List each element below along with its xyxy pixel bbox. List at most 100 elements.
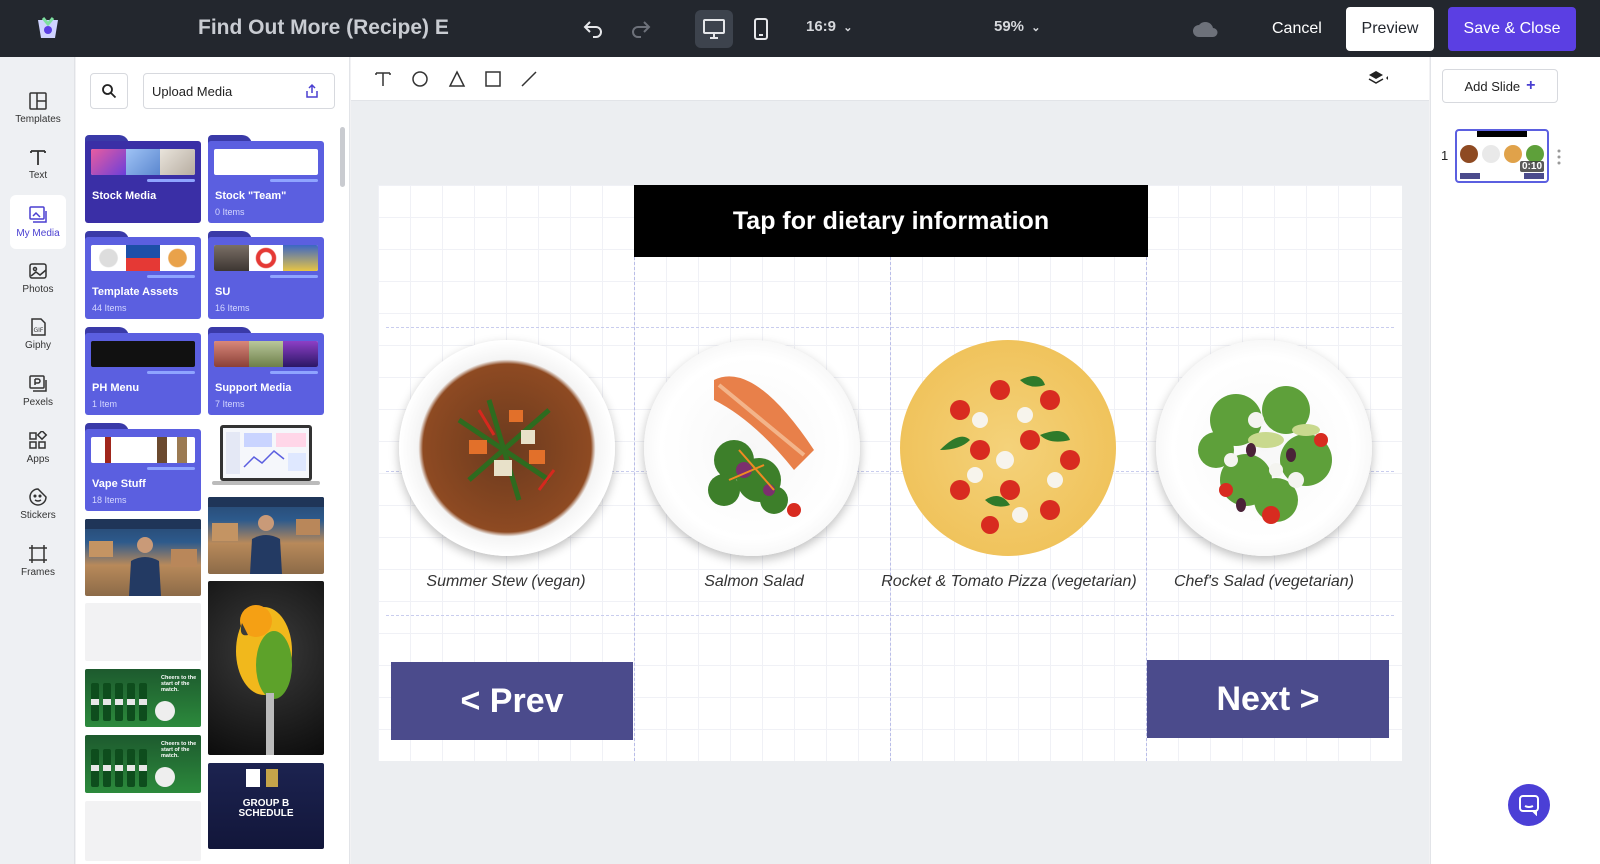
zoom-select[interactable]: 59% ⌄ [994, 18, 1040, 35]
folder-name: Stock Media [92, 190, 157, 202]
cloud-sync-icon [1186, 10, 1224, 48]
nav-templates[interactable]: Templates [10, 81, 66, 135]
desktop-view-icon[interactable] [695, 10, 733, 48]
frames-icon [29, 545, 47, 563]
folder-count: 7 Items [215, 399, 245, 409]
folder-vape-stuff[interactable]: Vape Stuff 18 Items [85, 423, 201, 511]
guide-line [890, 257, 891, 761]
slide-thumbnail[interactable]: 0:10 [1455, 129, 1549, 183]
aspect-ratio-value: 16:9 [806, 18, 837, 35]
nav-label: My Media [16, 228, 60, 239]
zoom-value: 59% [994, 18, 1025, 35]
media-thumb-dashboard-laptop[interactable] [208, 423, 324, 491]
upload-icon [306, 83, 318, 98]
nav-stickers[interactable]: Stickers [10, 477, 66, 531]
nav-giphy[interactable]: GIF Giphy [10, 307, 66, 361]
folder-template-assets[interactable]: Template Assets 44 Items [85, 231, 201, 319]
nav-label: Giphy [24, 340, 52, 351]
save-close-button[interactable]: Save & Close [1448, 7, 1576, 51]
preview-button[interactable]: Preview [1346, 7, 1434, 51]
folder-support-media[interactable]: Support Media 7 Items [208, 327, 324, 415]
media-thumb-cheers-bottles-2[interactable]: Cheers to the start of the match. [85, 735, 201, 793]
dish-image-summer-stew[interactable] [399, 340, 615, 556]
undo-icon[interactable] [574, 10, 612, 48]
dish-image-salmon-salad[interactable] [644, 340, 860, 556]
add-slide-label: Add Slide [1464, 78, 1521, 94]
canvas-area: Tap for dietary information Summer Stew … [351, 57, 1429, 864]
text-tool-icon[interactable] [371, 67, 395, 91]
mobile-view-icon[interactable] [742, 10, 780, 48]
nav-apps[interactable]: Apps [10, 421, 66, 475]
next-button[interactable]: Next > [1147, 660, 1389, 738]
nav-label: Text [28, 170, 48, 181]
nav-label: Stickers [20, 510, 56, 521]
gif-icon: GIF [31, 318, 46, 336]
dish-caption[interactable]: Salmon Salad [626, 573, 882, 591]
plus-icon: + [1526, 77, 1536, 94]
layers-icon[interactable] [1367, 67, 1391, 91]
more-vertical-icon[interactable] [1557, 149, 1561, 165]
media-thumb-cheers-bottles[interactable]: Cheers to the start of the match. [85, 669, 201, 727]
nav-my-media[interactable]: My Media [10, 195, 66, 249]
search-button[interactable] [90, 73, 128, 109]
templates-icon [29, 92, 47, 110]
circle-tool-icon[interactable] [408, 67, 432, 91]
folder-count: 16 Items [215, 303, 250, 313]
folder-su[interactable]: SU 16 Items [208, 231, 324, 319]
search-icon [102, 84, 117, 99]
folder-count: 0 Items [215, 207, 245, 217]
folder-stock-media[interactable]: Stock Media [85, 135, 201, 223]
folder-ph-menu[interactable]: PH Menu 1 Item [85, 327, 201, 415]
dish-image-chefs-salad[interactable] [1156, 340, 1372, 556]
nav-label: Pexels [22, 397, 53, 408]
folder-stock-team[interactable]: Stock "Team" 0 Items [208, 135, 324, 223]
nav-photos[interactable]: Photos [10, 251, 66, 305]
media-thumb-blank-2[interactable] [85, 801, 201, 861]
dish-caption[interactable]: Chef's Salad (vegetarian) [1136, 573, 1392, 591]
chat-support-button[interactable] [1508, 784, 1550, 826]
dish-image-rocket-tomato-pizza[interactable] [900, 340, 1116, 556]
slide-duration: 0:10 [1519, 161, 1544, 172]
dietary-info-banner[interactable]: Tap for dietary information [634, 185, 1148, 257]
nav-text[interactable]: Text [10, 137, 66, 191]
dish-caption[interactable]: Rocket & Tomato Pizza (vegetarian) [881, 573, 1137, 591]
text-icon [30, 150, 46, 165]
media-panel: Upload Media Stock Media Stock "Team" 0 … [76, 57, 350, 864]
aspect-ratio-select[interactable]: 16:9 ⌄ [806, 18, 852, 35]
app-logo-icon[interactable] [34, 14, 62, 42]
add-slide-button[interactable]: Add Slide + [1442, 69, 1558, 103]
photos-icon [29, 263, 47, 279]
redo-icon[interactable] [622, 10, 660, 48]
nav-label: Apps [26, 454, 50, 465]
media-thumb-parrot[interactable] [208, 581, 324, 755]
my-media-icon [29, 206, 47, 223]
media-scrollbar[interactable] [340, 127, 345, 187]
upload-media-button[interactable]: Upload Media [143, 73, 335, 109]
pexels-icon [29, 375, 47, 392]
thumb-caption: Cheers to the start of the match. [161, 741, 197, 759]
folder-count: 44 Items [92, 303, 127, 313]
folder-name: Vape Stuff [92, 478, 146, 490]
nav-label: Photos [22, 284, 54, 295]
folder-name: SU [215, 286, 231, 298]
slide-canvas[interactable]: Tap for dietary information Summer Stew … [378, 185, 1402, 761]
folder-name: Support Media [215, 382, 292, 394]
thumb-caption: Cheers to the start of the match. [161, 675, 197, 693]
triangle-tool-icon[interactable] [445, 67, 469, 91]
nav-pexels[interactable]: Pexels [10, 364, 66, 418]
upload-media-label: Upload Media [152, 83, 233, 99]
media-thumb-warehouse-worker-2[interactable] [208, 497, 324, 574]
media-thumb-group-b-schedule[interactable]: GROUP B SCHEDULE [208, 763, 324, 849]
svg-text:GIF: GIF [34, 327, 44, 334]
cancel-button[interactable]: Cancel [1258, 10, 1336, 48]
rectangle-tool-icon[interactable] [481, 67, 505, 91]
prev-button[interactable]: < Prev [391, 662, 633, 740]
media-thumb-warehouse-worker[interactable] [85, 519, 201, 596]
folder-name: Template Assets [92, 286, 179, 298]
nav-label: Templates [15, 114, 61, 125]
media-thumb-blank[interactable] [85, 603, 201, 661]
presentation-title[interactable]: Find Out More (Recipe) E [198, 16, 454, 40]
nav-frames[interactable]: Frames [10, 534, 66, 588]
line-tool-icon[interactable] [517, 67, 541, 91]
dish-caption[interactable]: Summer Stew (vegan) [378, 573, 634, 591]
